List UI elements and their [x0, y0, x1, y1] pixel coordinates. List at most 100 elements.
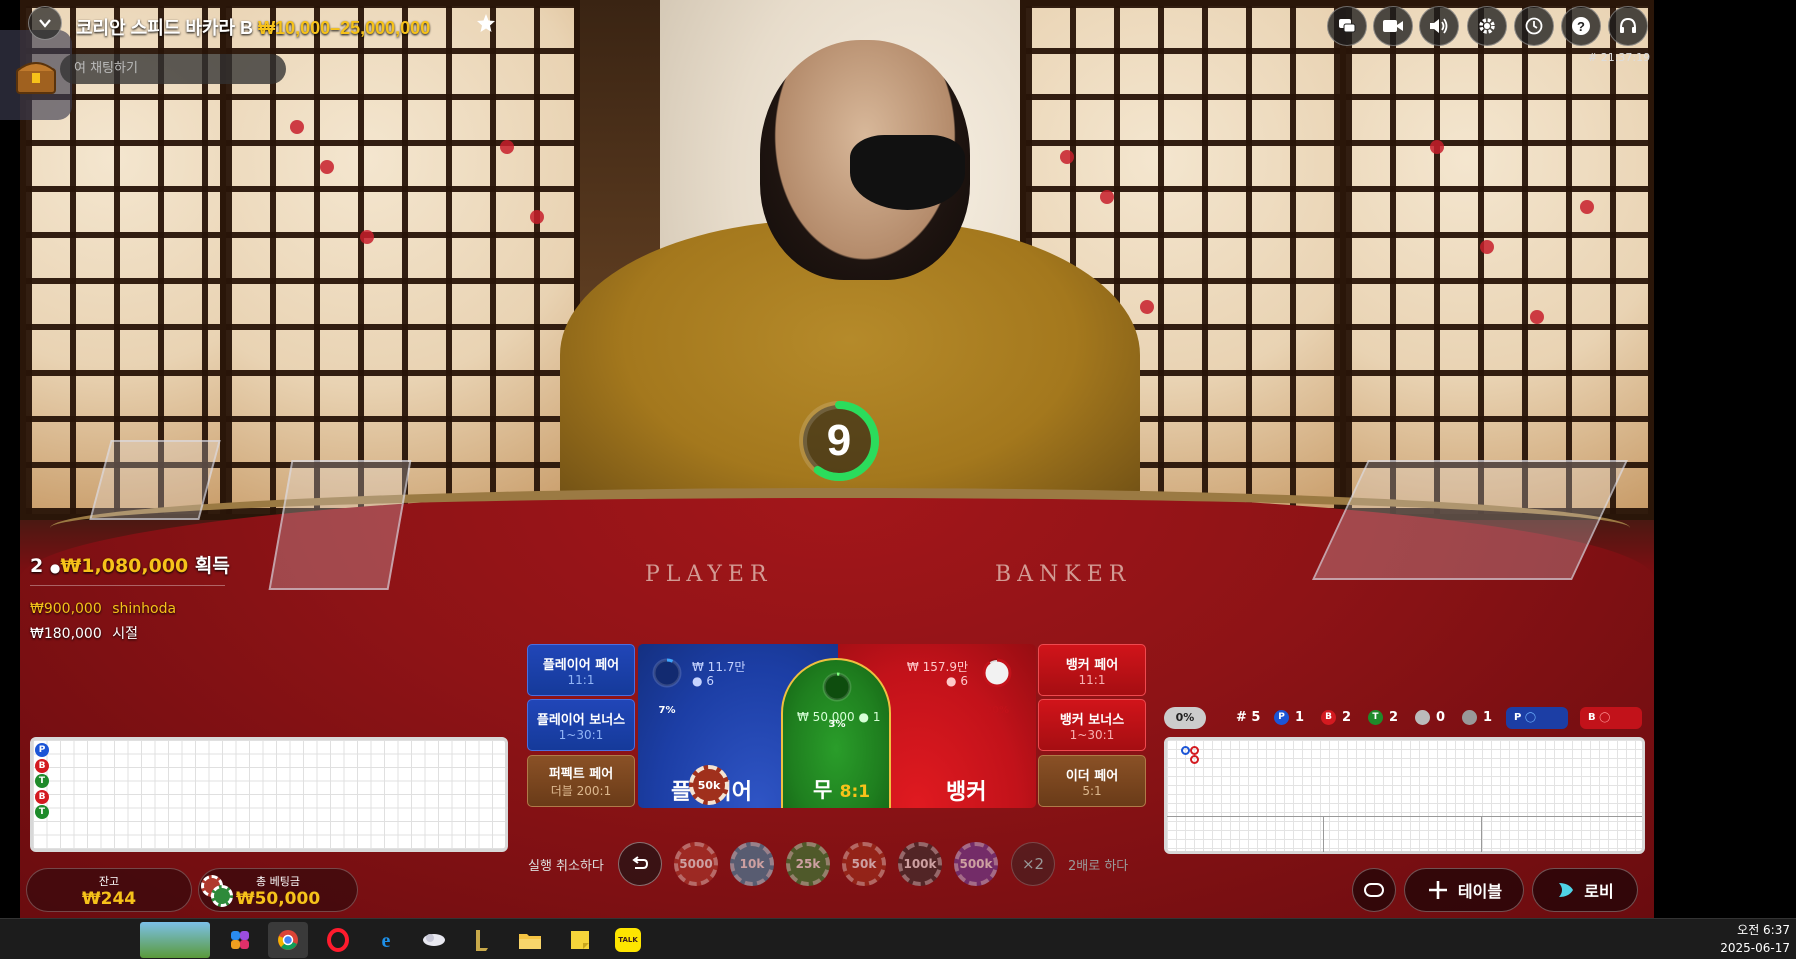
- lobby-button[interactable]: 로비: [1532, 868, 1638, 912]
- sticky-notes-icon[interactable]: [560, 922, 600, 958]
- big-road[interactable]: [1164, 737, 1645, 854]
- chip-icon: [1364, 883, 1384, 897]
- banker-pair-count: 1: [1483, 710, 1493, 725]
- balance-value: ₩244: [81, 889, 137, 909]
- shoe-progress: 0%: [1164, 707, 1206, 729]
- edge-icon[interactable]: e: [366, 922, 406, 958]
- player-dot: P: [1274, 710, 1289, 725]
- undo-button[interactable]: [618, 842, 662, 886]
- table-name: 코리안 스피드 바카라 B: [76, 18, 254, 38]
- banker-percentage-ring: 90%: [980, 656, 1014, 716]
- kakaotalk-icon[interactable]: TALK: [608, 922, 648, 958]
- banker-wins: 2: [1342, 710, 1352, 725]
- road-mark: [1181, 746, 1190, 755]
- table-label-player: PLAYER: [645, 562, 773, 587]
- chat-toggle-button[interactable]: [1352, 868, 1396, 912]
- winner-row: ₩900,000 shinhoda: [30, 601, 177, 617]
- tie-dot: T: [1368, 710, 1383, 725]
- chip-stack-icon: [201, 871, 237, 909]
- undo-label: 실행 취소하다: [528, 859, 604, 874]
- road-divider: [1481, 816, 1482, 852]
- support-button[interactable]: [1608, 6, 1648, 46]
- cloud-icon[interactable]: [414, 922, 454, 958]
- settings-button[interactable]: [1467, 6, 1507, 46]
- table-title: 코리안 스피드 바카라 B ₩10,000–25,000,000: [76, 14, 430, 40]
- player-percentage-ring: 7%: [650, 656, 684, 716]
- either-pair-bet[interactable]: 이더 페어 5:1: [1038, 755, 1146, 807]
- banker-bet-label: 뱅커: [946, 780, 987, 805]
- favorite-icon[interactable]: [475, 12, 497, 34]
- history-button[interactable]: [1514, 6, 1554, 46]
- bead-result: P: [35, 743, 49, 757]
- dealer-mask: [850, 135, 965, 210]
- chat-icon: [1339, 19, 1356, 33]
- winnings-total: ₩1,080,000: [60, 555, 189, 577]
- double-button[interactable]: ×2: [1011, 842, 1055, 886]
- card-box: [268, 460, 412, 590]
- opera-icon[interactable]: [318, 922, 358, 958]
- bet-limit: ₩10,000–25,000,000: [258, 18, 431, 38]
- tie-count: 2: [1389, 710, 1399, 725]
- chrome-icon[interactable]: [268, 922, 308, 958]
- person-icon: ●: [946, 674, 957, 688]
- tie-percentage-ring: 3%: [820, 670, 854, 730]
- history-icon: [1525, 17, 1543, 35]
- headset-icon: [1620, 17, 1636, 33]
- banker-dot: B: [1321, 710, 1336, 725]
- chip-500k[interactable]: 500k: [954, 842, 998, 886]
- chip-5000[interactable]: 5000: [674, 842, 718, 886]
- double-label: 2배로 하다: [1068, 859, 1129, 874]
- game-round-id: # 21:37:19: [1588, 51, 1651, 64]
- player-bonus-bet[interactable]: 플레이어 보너스 1~30:1: [527, 699, 635, 751]
- banker-pair-dot: [1462, 710, 1477, 725]
- tie-bet-area[interactable]: 3% ₩ 50,000 ● 1 무 8:1: [781, 658, 891, 808]
- chat-input[interactable]: 여 채팅하기: [60, 54, 286, 84]
- winners-summary: 2 ●₩1,080,000 획득: [30, 551, 230, 578]
- placed-chip: 50k: [689, 765, 729, 805]
- bead-result: T: [35, 774, 49, 788]
- frog-game-icon[interactable]: [140, 922, 210, 958]
- perfect-pair-bet[interactable]: 퍼펙트 페어 더블 200:1: [527, 755, 635, 807]
- chip-25k[interactable]: 25k: [786, 842, 830, 886]
- person-icon: ●: [692, 674, 703, 688]
- banker-bonus-bet[interactable]: 뱅커 보너스 1~30:1: [1038, 699, 1146, 751]
- chip-10k[interactable]: 10k: [730, 842, 774, 886]
- total-bet-display: 총 베팅금 ₩50,000: [198, 868, 358, 912]
- help-button[interactable]: ?: [1561, 6, 1601, 46]
- chat-button[interactable]: [1327, 6, 1367, 46]
- person-icon: ●: [858, 710, 869, 724]
- system-clock[interactable]: 오전 6:37 2025-06-17: [1720, 921, 1790, 957]
- chip-50k[interactable]: 50k: [842, 842, 886, 886]
- chevron-down-icon: [39, 19, 51, 28]
- wall-screen: [1340, 0, 1654, 520]
- windows-taskbar: e TALK 오전 6:37 2025-06-17: [0, 918, 1796, 959]
- road-divider: [1167, 816, 1642, 817]
- video-icon: [1383, 20, 1403, 32]
- volume-button[interactable]: [1419, 6, 1459, 46]
- road-mark: [1190, 746, 1199, 755]
- league-icon[interactable]: [462, 922, 502, 958]
- banker-predict-button[interactable]: B ◯: [1580, 707, 1642, 729]
- winner-row: ₩180,000 시절: [30, 626, 138, 642]
- banker-pair-bet[interactable]: 뱅커 페어 11:1: [1038, 644, 1146, 696]
- svg-text:e: e: [382, 930, 391, 952]
- add-table-button[interactable]: 테이블: [1404, 868, 1524, 912]
- collapse-button[interactable]: [28, 6, 62, 40]
- bead-result: B: [35, 789, 49, 804]
- svg-text:?: ?: [1577, 19, 1585, 34]
- player-predict-button[interactable]: P ◯: [1506, 707, 1568, 729]
- video-button[interactable]: [1373, 6, 1413, 46]
- winnings-suffix: 획득: [194, 555, 230, 577]
- tie-bet-label: 무 8:1: [813, 778, 871, 802]
- file-explorer-icon[interactable]: [510, 922, 550, 958]
- player-pair-dot: [1415, 710, 1430, 725]
- help-icon: ?: [1572, 17, 1590, 35]
- player-pair-bet[interactable]: 플레이어 페어 11:1: [527, 644, 635, 696]
- chip-100k[interactable]: 100k: [898, 842, 942, 886]
- hand-number: # 5: [1236, 710, 1261, 725]
- table-label-banker: BANKER: [995, 562, 1132, 587]
- bead-road[interactable]: PBTBT: [30, 737, 508, 852]
- copilot-icon[interactable]: [220, 922, 260, 958]
- lobby-icon: [1559, 883, 1574, 897]
- banker-bet-count: ● 6: [946, 674, 968, 688]
